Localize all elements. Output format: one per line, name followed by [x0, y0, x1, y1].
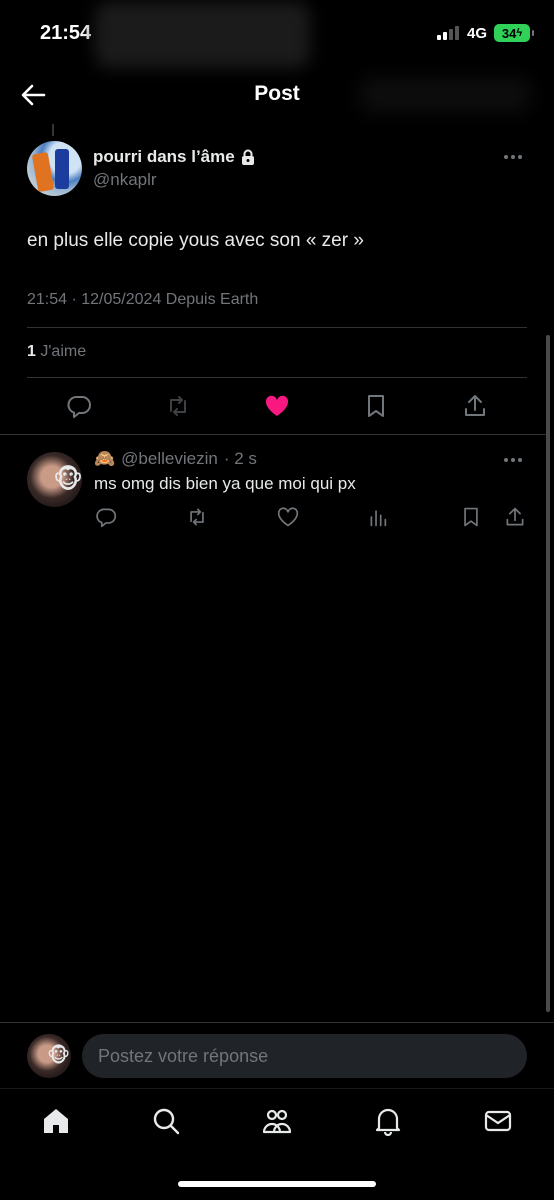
reply-like-button[interactable]	[273, 502, 303, 532]
nav-search[interactable]	[150, 1105, 182, 1137]
bookmark-button[interactable]	[361, 391, 391, 421]
likes-count[interactable]: 1 J'aime	[27, 343, 86, 361]
reply-text: ms omg dis bien ya que moi qui px	[94, 474, 356, 493]
repost-icon	[170, 396, 186, 416]
post-author-avatar[interactable]	[27, 141, 82, 196]
reply-button[interactable]	[64, 391, 94, 421]
home-indicator	[178, 1181, 376, 1187]
lock-icon	[241, 149, 254, 165]
dynamic-island-blur	[95, 2, 310, 68]
nav-home[interactable]	[40, 1105, 72, 1137]
battery-level: 34	[501, 25, 517, 41]
thread-line	[52, 124, 54, 136]
charging-icon: ϟ	[516, 27, 523, 39]
share-button[interactable]	[460, 391, 490, 421]
more-options-icon[interactable]	[504, 152, 528, 162]
reply-reply-button[interactable]	[91, 502, 121, 532]
battery-icon: 34 ϟ	[494, 24, 534, 42]
status-bar: 21:54 4G 34 ϟ	[0, 0, 554, 68]
avatar-emoji: 🐵	[53, 464, 82, 494]
reply-share-button[interactable]	[500, 502, 530, 532]
reply-emoji: 🙈	[94, 449, 116, 468]
likes-number: 1	[27, 343, 36, 360]
share-icon	[506, 507, 524, 526]
reply-repost-button[interactable]	[182, 502, 212, 532]
comment-icon	[67, 396, 91, 418]
avatar-emoji: 🐵	[47, 1045, 71, 1067]
reply-time: · 2 s	[223, 449, 257, 468]
bookmark-icon	[368, 395, 384, 417]
comment-icon	[96, 508, 117, 528]
reply-author-avatar[interactable]: 🐵	[27, 452, 82, 507]
header-blur	[360, 78, 530, 112]
composer-avatar: 🐵	[27, 1034, 71, 1078]
repost-icon	[190, 508, 204, 526]
reply-author-handle[interactable]: @belleviezin	[121, 449, 218, 469]
divider	[0, 434, 546, 435]
post-author-name[interactable]: pourri dans l’âme	[93, 147, 255, 167]
like-button[interactable]	[262, 391, 292, 421]
search-icon	[153, 1108, 180, 1135]
top-bar: Post	[0, 66, 554, 124]
analytics-icon	[370, 510, 387, 527]
display-name: pourri dans l’âme	[93, 147, 235, 166]
scrollbar[interactable]	[546, 335, 550, 1012]
bottom-nav	[0, 1088, 554, 1200]
post-author-handle[interactable]: @nkaplr	[93, 170, 157, 190]
nav-messages[interactable]	[482, 1105, 514, 1137]
avatar-decor	[55, 149, 69, 189]
heart-icon	[277, 507, 299, 527]
heart-icon	[265, 395, 289, 416]
reply-bookmark-button[interactable]	[456, 502, 486, 532]
likes-label: J'aime	[40, 343, 87, 360]
reply-composer: 🐵	[0, 1022, 554, 1088]
network-type: 4G	[467, 25, 488, 42]
signal-icon	[437, 26, 459, 40]
post-text: en plus elle copie yous avec son « zer »	[27, 230, 364, 251]
status-time: 21:54	[40, 22, 92, 44]
people-icon	[262, 1109, 292, 1134]
reply-views-button[interactable]	[364, 502, 394, 532]
repost-button[interactable]	[163, 391, 193, 421]
divider	[27, 327, 527, 328]
nav-communities[interactable]	[261, 1105, 293, 1137]
bell-icon	[375, 1108, 401, 1136]
bookmark-icon	[464, 507, 478, 527]
reply-header: 🙈 @belleviezin · 2 s	[94, 449, 257, 469]
reply-more-options-icon[interactable]	[504, 455, 528, 465]
share-icon	[465, 395, 485, 416]
home-icon	[44, 1109, 68, 1133]
divider	[27, 377, 527, 378]
nav-notifications[interactable]	[372, 1105, 404, 1137]
post-meta: 21:54 · 12/05/2024 Depuis Earth	[27, 291, 259, 308]
mail-icon	[484, 1110, 512, 1132]
avatar-decor	[31, 151, 55, 193]
reply-input[interactable]	[82, 1034, 527, 1078]
